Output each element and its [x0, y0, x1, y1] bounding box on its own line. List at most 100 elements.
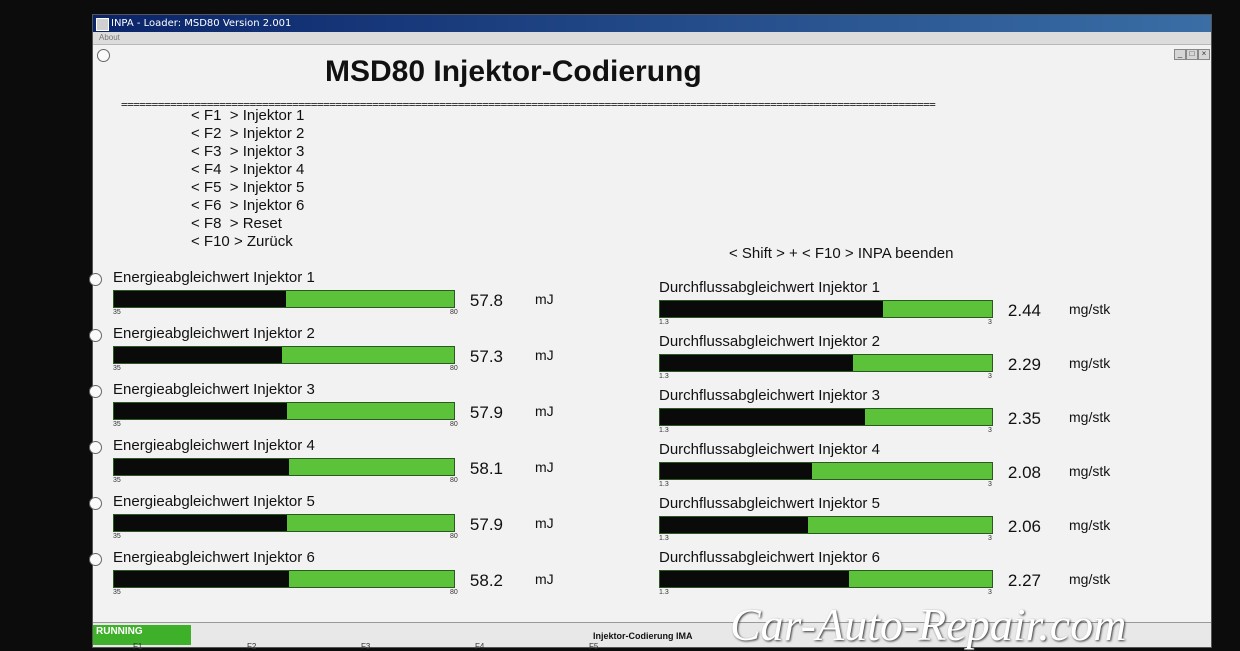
energy-block-6: Energieabgleichwert Injektor 6 35 80 58.2 mJ: [113, 549, 593, 605]
energy-radio-3[interactable]: [89, 385, 102, 398]
energy-label: Energieabgleichwert Injektor 5: [113, 493, 315, 510]
energy-block-2: Energieabgleichwert Injektor 2 35 80 57.3 mJ: [113, 325, 593, 381]
flow-value: 2.06: [1007, 517, 1041, 536]
menu-bar: About: [93, 32, 1211, 45]
flow-bar-fill: [660, 301, 883, 317]
flow-block-3: Durchflussabgleichwert Injektor 3 1.3 3 2.3…: [659, 387, 1139, 443]
flow-unit: mg/stk: [1069, 409, 1111, 425]
flow-block-2: Durchflussabgleichwert Injektor 2 1.3 3 2.2…: [659, 333, 1139, 389]
energy-bar-fill: [114, 571, 290, 587]
flow-label: Durchflussabgleichwert Injektor 1: [659, 279, 880, 296]
flow-block-6: Durchflussabgleichwert Injektor 6 1.3 3 2.2…: [659, 549, 1139, 605]
flow-scale-max: 3: [988, 481, 992, 488]
flow-scale-min: 1.3: [659, 427, 669, 434]
energy-bar: [113, 458, 455, 476]
energy-radio-6[interactable]: [89, 553, 102, 566]
flow-scale-min: 1.3: [659, 535, 669, 542]
shift-exit-hint: < Shift > + < F10 > INPA beenden: [729, 245, 954, 262]
energy-unit: mJ: [535, 459, 554, 475]
energy-scale-min: 35: [113, 533, 121, 540]
flow-bar-fill: [660, 409, 866, 425]
energy-radio-4[interactable]: [89, 441, 102, 454]
fkey-f2: < F2 > Injektor 2: [191, 125, 305, 142]
flow-label: Durchflussabgleichwert Injektor 4: [659, 441, 880, 458]
energy-radio-2[interactable]: [89, 329, 102, 342]
energy-label: Energieabgleichwert Injektor 3: [113, 381, 315, 398]
flow-block-5: Durchflussabgleichwert Injektor 5 1.3 3 2.0…: [659, 495, 1139, 551]
energy-unit: mJ: [535, 291, 554, 307]
menu-about[interactable]: About: [99, 33, 120, 42]
flow-value: 2.44: [1007, 301, 1041, 320]
energy-value: 57.9: [469, 403, 503, 422]
flow-bar: [659, 570, 993, 588]
flow-scale-max: 3: [988, 589, 992, 596]
energy-bar: [113, 290, 455, 308]
flow-bar: [659, 408, 993, 426]
app-icon: [96, 18, 109, 31]
energy-block-3: Energieabgleichwert Injektor 3 35 80 57.9 mJ: [113, 381, 593, 437]
energy-block-4: Energieabgleichwert Injektor 4 35 80 58.1 mJ: [113, 437, 593, 493]
energy-label: Energieabgleichwert Injektor 6: [113, 549, 315, 566]
radio-top[interactable]: [97, 49, 110, 62]
energy-unit: mJ: [535, 515, 554, 531]
window-title: INPA - Loader: MSD80 Version 2.001: [111, 18, 292, 29]
fkey-f3: < F3 > Injektor 3: [191, 143, 305, 160]
fkey-f6: < F6 > Injektor 6: [191, 197, 305, 214]
flow-bar: [659, 462, 993, 480]
flow-bar-fill: [660, 571, 850, 587]
energy-bar-fill: [114, 403, 288, 419]
flow-label: Durchflussabgleichwert Injektor 3: [659, 387, 880, 404]
flow-unit: mg/stk: [1069, 571, 1111, 587]
energy-bar: [113, 514, 455, 532]
energy-value: 57.3: [469, 347, 503, 366]
fkey-f1: < F1 > Injektor 1: [191, 107, 305, 124]
flow-label: Durchflussabgleichwert Injektor 5: [659, 495, 880, 512]
energy-unit: mJ: [535, 571, 554, 587]
flow-unit: mg/stk: [1069, 301, 1111, 317]
flow-value: 2.08: [1007, 463, 1041, 482]
flow-unit: mg/stk: [1069, 355, 1111, 371]
flow-value: 2.29: [1007, 355, 1041, 374]
energy-bar-fill: [114, 291, 287, 307]
energy-label: Energieabgleichwert Injektor 4: [113, 437, 315, 454]
energy-scale-min: 35: [113, 589, 121, 596]
flow-scale-min: 1.3: [659, 481, 669, 488]
energy-radio-5[interactable]: [89, 497, 102, 510]
energy-value: 57.9: [469, 515, 503, 534]
energy-scale-min: 35: [113, 365, 121, 372]
flow-scale-max: 3: [988, 535, 992, 542]
energy-value: 58.1: [469, 459, 503, 478]
watermark: Car-Auto-Repair.com: [730, 599, 1127, 650]
energy-block-1: Energieabgleichwert Injektor 1 35 80 57.8 mJ: [113, 269, 593, 325]
flow-bar: [659, 354, 993, 372]
flow-bar-fill: [660, 463, 813, 479]
flow-label: Durchflussabgleichwert Injektor 2: [659, 333, 880, 350]
flow-scale-max: 3: [988, 427, 992, 434]
window-titlebar[interactable]: INPA - Loader: MSD80 Version 2.001: [93, 15, 1211, 32]
page-title: MSD80 Injektor-Codierung: [325, 55, 702, 88]
fkey-f5: < F5 > Injektor 5: [191, 179, 305, 196]
energy-scale-min: 35: [113, 477, 121, 484]
flow-bar: [659, 516, 993, 534]
energy-unit: mJ: [535, 403, 554, 419]
energy-radio-1[interactable]: [89, 273, 102, 286]
flow-label: Durchflussabgleichwert Injektor 6: [659, 549, 880, 566]
flow-scale-min: 1.3: [659, 319, 669, 326]
flow-value: 2.35: [1007, 409, 1041, 428]
flow-scale-max: 3: [988, 373, 992, 380]
energy-bar-fill: [114, 459, 289, 475]
flow-bar-fill: [660, 517, 809, 533]
flow-bar-fill: [660, 355, 854, 371]
status-text: Injektor-Codierung IMA: [593, 631, 693, 641]
inpa-window: INPA - Loader: MSD80 Version 2.001 About…: [89, 14, 1212, 651]
energy-label: Energieabgleichwert Injektor 2: [113, 325, 315, 342]
energy-bar-fill: [114, 347, 283, 363]
energy-scale-min: 35: [113, 421, 121, 428]
energy-unit: mJ: [535, 347, 554, 363]
energy-block-5: Energieabgleichwert Injektor 5 35 80 57.9 mJ: [113, 493, 593, 549]
flow-block-4: Durchflussabgleichwert Injektor 4 1.3 3 2.0…: [659, 441, 1139, 497]
flow-unit: mg/stk: [1069, 463, 1111, 479]
fkey-f8: < F8 > Reset: [191, 215, 282, 232]
flow-bar: [659, 300, 993, 318]
energy-bar: [113, 570, 455, 588]
